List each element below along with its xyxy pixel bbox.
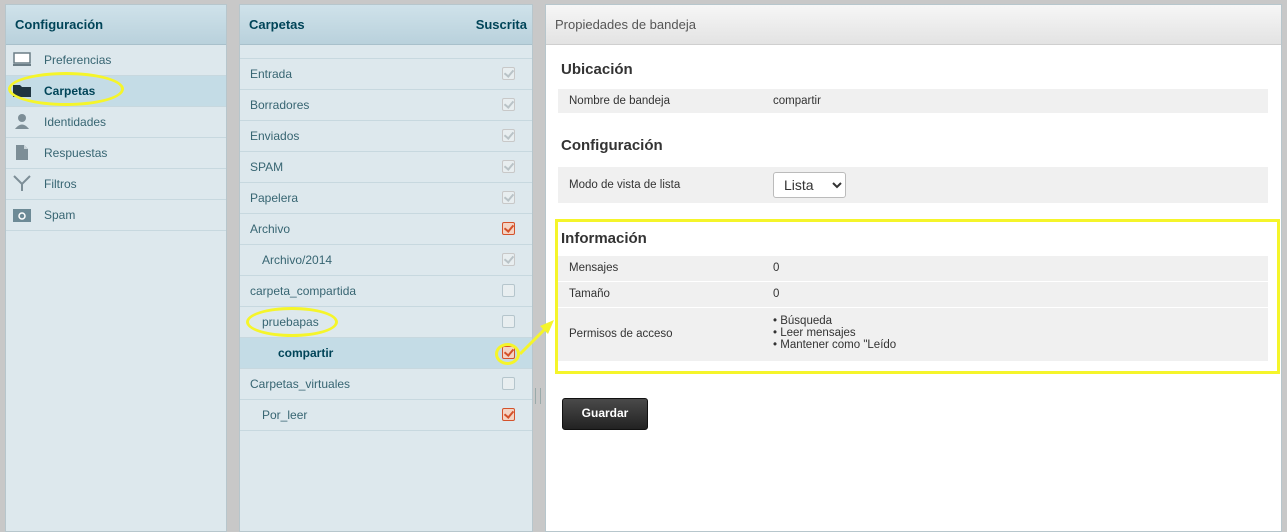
sidebar-item-label: Carpetas: [44, 84, 96, 98]
permissions-list: Búsqueda Leer mensajes Mantener como "Le…: [773, 315, 896, 351]
messages-value: 0: [773, 262, 780, 274]
sidebar-item-preferencias[interactable]: Preferencias: [6, 45, 226, 76]
folder-icon: [13, 85, 31, 97]
sidebar-item-spam[interactable]: Spam: [6, 200, 226, 231]
folder-row-pruebapas[interactable]: pruebapas: [240, 307, 532, 338]
folder-label: Archivo/2014: [262, 253, 333, 267]
folder-label: compartir: [278, 346, 334, 360]
settings-panel: Configuración Preferencias Carpetas Iden…: [5, 4, 227, 532]
folder-row-enviados[interactable]: Enviados: [240, 121, 532, 152]
filter-icon: [13, 175, 31, 191]
folder-row-archivo-2014[interactable]: Archivo/2014: [240, 245, 532, 276]
list-mode-row: Modo de vista de lista Lista: [558, 167, 1268, 203]
folder-label: Borradores: [250, 98, 310, 112]
folder-row-borradores[interactable]: Borradores: [240, 90, 532, 121]
subscribe-checkbox[interactable]: [502, 67, 515, 80]
subscribe-checkbox[interactable]: [502, 160, 515, 173]
folder-row-papelera[interactable]: Papelera: [240, 183, 532, 214]
permission-item: Mantener como "Leído: [773, 339, 896, 351]
folder-label: Entrada: [250, 67, 293, 81]
folders-header: Carpetas Suscrita: [240, 5, 532, 45]
folders-panel: Carpetas Suscrita Entrada Borradores Env…: [239, 4, 533, 532]
folder-label: Carpetas_virtuales: [250, 377, 351, 391]
messages-label: Mensajes: [569, 262, 619, 274]
folder-label: Enviados: [250, 129, 300, 143]
subscribe-checkbox[interactable]: [502, 284, 515, 297]
folder-row-entrada[interactable]: Entrada: [240, 59, 532, 90]
sidebar-item-label: Identidades: [44, 115, 107, 129]
info-section-title: Información: [561, 230, 647, 247]
sidebar-item-respuestas[interactable]: Respuestas: [6, 138, 226, 169]
subscribe-checkbox[interactable]: [502, 129, 515, 142]
permission-item: Leer mensajes: [773, 327, 896, 339]
list-mode-label: Modo de vista de lista: [569, 179, 681, 191]
folder-label: pruebapas: [262, 315, 319, 329]
spam-icon: [13, 209, 31, 222]
size-label: Tamaño: [569, 288, 610, 300]
panel-splitter[interactable]: [535, 388, 541, 404]
subscribe-checkbox[interactable]: [502, 191, 515, 204]
sidebar-item-label: Filtros: [44, 177, 77, 191]
properties-header: Propiedades de bandeja: [546, 5, 1281, 45]
properties-panel: Propiedades de bandeja Ubicación Nombre …: [545, 4, 1282, 532]
folder-row-compartir[interactable]: compartir: [240, 338, 532, 369]
folder-row-archivo[interactable]: Archivo: [240, 214, 532, 245]
subscribe-checkbox[interactable]: [502, 346, 515, 359]
sidebar-item-label: Spam: [44, 208, 76, 222]
sidebar-item-label: Respuestas: [44, 146, 108, 160]
list-mode-select[interactable]: Lista: [773, 172, 846, 198]
sidebar-item-carpetas[interactable]: Carpetas: [6, 76, 226, 107]
subscribe-checkbox[interactable]: [502, 377, 515, 390]
mailbox-name-label: Nombre de bandeja: [569, 95, 671, 107]
mailbox-name-value: compartir: [773, 95, 821, 107]
person-icon: [15, 114, 29, 129]
monitor-icon: [13, 52, 31, 66]
save-button[interactable]: Guardar: [562, 398, 648, 430]
permission-item: Búsqueda: [773, 315, 896, 327]
subscribe-checkbox[interactable]: [502, 222, 515, 235]
permissions-label: Permisos de acceso: [569, 328, 673, 340]
folder-row-carpetas-virtuales[interactable]: Carpetas_virtuales: [240, 369, 532, 400]
folder-label: Archivo: [250, 222, 291, 236]
settings-header: Configuración: [6, 5, 226, 45]
folder-row-spam[interactable]: SPAM: [240, 152, 532, 183]
size-row: Tamaño 0: [558, 282, 1268, 307]
subscribe-checkbox[interactable]: [502, 408, 515, 421]
folder-label: carpeta_compartida: [250, 284, 357, 298]
messages-row: Mensajes 0: [558, 256, 1268, 281]
subscribed-column-header: Suscrita: [475, 17, 527, 32]
location-section-title: Ubicación: [561, 61, 633, 78]
subscribe-checkbox[interactable]: [502, 253, 515, 266]
permissions-row: Permisos de acceso Búsqueda Leer mensaje…: [558, 308, 1268, 361]
folder-label: Papelera: [250, 191, 299, 205]
folders-title: Carpetas: [249, 17, 305, 32]
subscribe-checkbox[interactable]: [502, 315, 515, 328]
sidebar-item-label: Preferencias: [44, 53, 112, 67]
size-value: 0: [773, 288, 780, 300]
document-icon: [16, 145, 28, 160]
folder-list: Entrada Borradores Enviados SPAM Papeler…: [240, 58, 532, 431]
sidebar-item-filtros[interactable]: Filtros: [6, 169, 226, 200]
folder-label: SPAM: [250, 160, 284, 174]
config-section-title: Configuración: [561, 137, 663, 154]
sidebar-item-identidades[interactable]: Identidades: [6, 107, 226, 138]
folder-row-carpeta-compartida[interactable]: carpeta_compartida: [240, 276, 532, 307]
folder-label: Por_leer: [262, 408, 308, 422]
mailbox-name-row: Nombre de bandeja compartir: [558, 89, 1268, 113]
folder-row-por-leer[interactable]: Por_leer: [240, 400, 532, 431]
subscribe-checkbox[interactable]: [502, 98, 515, 111]
